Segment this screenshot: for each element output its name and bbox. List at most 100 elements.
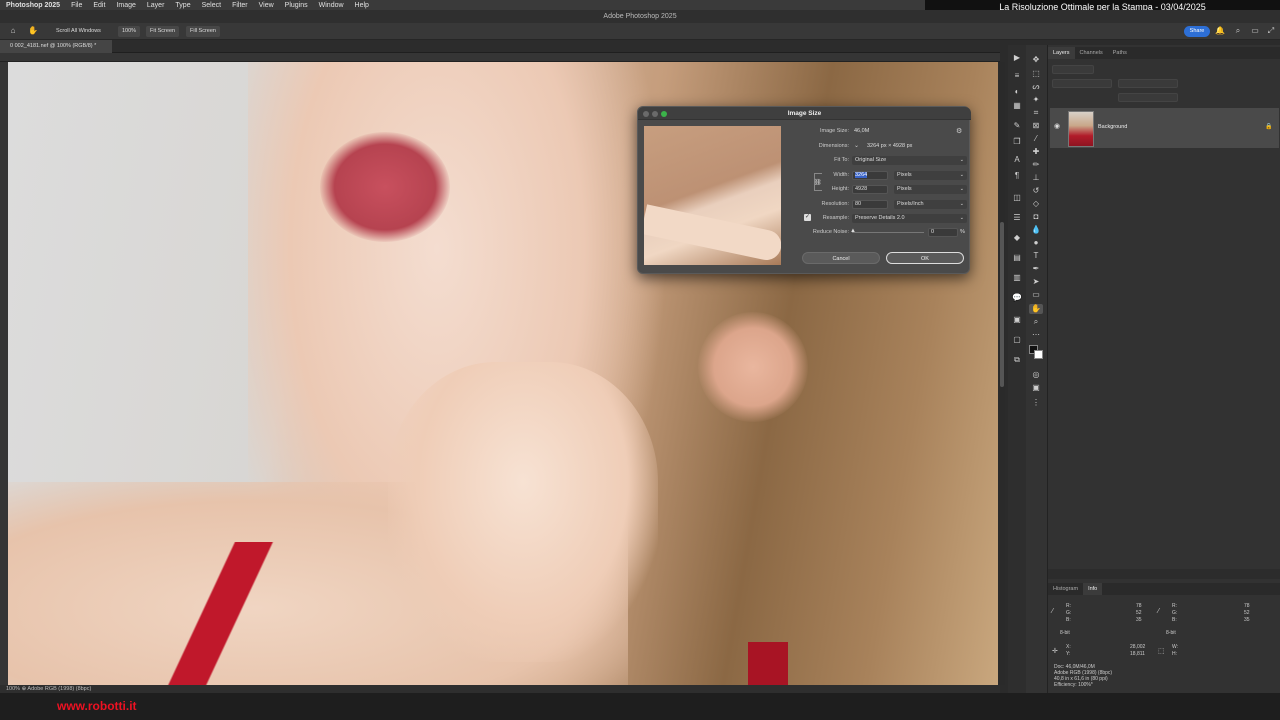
rectangle-tool-icon[interactable]: ▭ — [1029, 290, 1043, 300]
grid-icon[interactable]: ▦ — [1010, 101, 1024, 111]
reduce-noise-input[interactable]: 0 — [928, 228, 958, 237]
dialog-titlebar[interactable]: Image Size — [638, 107, 971, 120]
notes-icon[interactable]: ▢ — [1010, 335, 1024, 345]
dodge-tool-icon[interactable]: ● — [1029, 238, 1043, 248]
menu-layer[interactable]: Layer — [147, 2, 165, 9]
fill-screen-button[interactable]: Fill Screen — [186, 26, 220, 37]
blur-tool-icon[interactable]: 💧 — [1029, 225, 1043, 235]
info-r-label-2: R: — [1172, 603, 1177, 609]
menu-file[interactable]: File — [71, 2, 82, 9]
glyph-icon[interactable]: ◫ — [1010, 193, 1024, 203]
tab-histogram[interactable]: Histogram — [1048, 583, 1083, 595]
hand-tool-icon[interactable]: ✋ — [1029, 304, 1043, 314]
search-icon[interactable]: ⌕ — [1233, 26, 1243, 36]
menu-plugins[interactable]: Plugins — [285, 2, 308, 9]
menu-select[interactable]: Select — [202, 2, 221, 9]
scroll-all-windows-checkbox[interactable]: Scroll All Windows — [52, 26, 105, 37]
eyedropper-icon[interactable]: ⁄ — [1029, 134, 1043, 144]
menu-edit[interactable]: Edit — [93, 2, 105, 9]
character-icon[interactable]: A — [1010, 155, 1024, 165]
history-icon[interactable]: ≡ — [1010, 71, 1024, 81]
brush-tool-icon[interactable]: ✏ — [1029, 160, 1043, 170]
properties-icon[interactable]: ☰ — [1010, 213, 1024, 223]
paint-bucket-icon[interactable]: ◘ — [1029, 212, 1043, 222]
comments-icon[interactable]: 💬 — [1010, 293, 1024, 303]
menu-view[interactable]: View — [259, 2, 274, 9]
ok-button[interactable]: OK — [886, 252, 964, 264]
tab-channels[interactable]: Channels — [1075, 47, 1108, 59]
pen-tool-icon[interactable]: ✒ — [1029, 264, 1043, 274]
tab-paths[interactable]: Paths — [1108, 47, 1132, 59]
adjust-icon[interactable]: ◐ — [1010, 87, 1024, 97]
gradients-icon[interactable]: ▥ — [1010, 273, 1024, 283]
image-preview[interactable] — [644, 126, 781, 265]
share-button[interactable]: Share — [1184, 26, 1210, 37]
history-brush-icon[interactable]: ↺ — [1029, 186, 1043, 196]
menu-help[interactable]: Help — [355, 2, 369, 9]
resample-select[interactable]: Preserve Details 2.0 ⌄ — [852, 214, 967, 223]
path-select-icon[interactable]: ➤ — [1029, 277, 1043, 287]
healing-brush-icon[interactable]: ✚ — [1029, 147, 1043, 157]
crop-tool-icon[interactable]: ⌗ — [1029, 108, 1043, 118]
quick-mask-icon[interactable]: ◎ — [1029, 370, 1043, 380]
menu-filter[interactable]: Filter — [232, 2, 248, 9]
tab-layers[interactable]: Layers — [1048, 47, 1075, 59]
zoom-tool-icon[interactable]: ⌕ — [1029, 317, 1043, 327]
frame-tool-icon[interactable]: ⊠ — [1029, 121, 1043, 131]
home-icon[interactable]: ⌂ — [8, 26, 18, 36]
reduce-noise-slider[interactable] — [852, 232, 924, 233]
vertical-scrollbar[interactable] — [999, 62, 1005, 685]
tab-info[interactable]: Info — [1083, 583, 1103, 595]
vertical-scroll-thumb[interactable] — [1000, 222, 1004, 387]
workspace-icon[interactable]: ▭ — [1250, 26, 1260, 36]
bell-icon[interactable]: 🔔 — [1215, 26, 1225, 36]
swatches-icon[interactable]: ▤ — [1010, 253, 1024, 263]
background-color-swatch[interactable] — [1034, 350, 1043, 359]
fill-field[interactable] — [1118, 93, 1178, 102]
paragraph-icon[interactable]: ¶ — [1010, 171, 1024, 181]
brush-settings-icon[interactable]: ✎ — [1010, 121, 1024, 131]
chevron-down-icon[interactable]: ⌄ — [854, 142, 859, 149]
edit-toolbar-icon[interactable]: ⋮ — [1029, 398, 1043, 408]
eraser-icon[interactable]: ◇ — [1029, 199, 1043, 209]
quick-select-icon[interactable]: ✦ — [1029, 95, 1043, 105]
document-tab[interactable]: 0 002_4181.nef @ 100% (RGB/8) * — [0, 40, 112, 53]
menu-type[interactable]: Type — [175, 2, 190, 9]
layer-row-background[interactable]: ◉ Background 🔒 — [1050, 108, 1279, 148]
gear-icon[interactable]: ⚙ — [956, 127, 962, 135]
cancel-button[interactable]: Cancel — [802, 252, 880, 264]
zoom-100-button[interactable]: 100% — [118, 26, 141, 37]
resolution-input[interactable]: 80 — [852, 200, 888, 209]
opacity-field[interactable] — [1118, 79, 1178, 88]
width-input[interactable]: 3264 — [852, 171, 888, 180]
slider-thumb-icon[interactable]: ▲ — [850, 228, 856, 234]
layer-filter-field[interactable] — [1052, 65, 1094, 74]
libraries-icon[interactable]: ▣ — [1010, 315, 1024, 325]
width-label: Width: — [833, 172, 849, 178]
timeline-icon[interactable]: ⧉ — [1010, 355, 1024, 365]
menu-photoshop[interactable]: Photoshop 2025 — [6, 2, 60, 9]
more-tools-icon[interactable]: ⋯ — [1029, 330, 1043, 340]
type-tool-icon[interactable]: T — [1029, 251, 1043, 261]
width-unit-select[interactable]: Pixels ⌄ — [894, 171, 967, 180]
expand-icon[interactable]: ⤢ — [1266, 26, 1276, 36]
fit-screen-button[interactable]: Fit Screen — [146, 26, 180, 37]
shapes-icon[interactable]: ◆ — [1010, 233, 1024, 243]
fit-to-select[interactable]: Original Size ⌄ — [852, 156, 967, 165]
clone-stamp-icon[interactable]: ⊥ — [1029, 173, 1043, 183]
screen-mode-icon[interactable]: ▣ — [1029, 383, 1043, 393]
clone-source-icon[interactable]: ❐ — [1010, 137, 1024, 147]
height-input[interactable]: 4928 — [852, 185, 888, 194]
menu-window[interactable]: Window — [319, 2, 344, 9]
play-icon[interactable]: ▶ — [1010, 53, 1024, 63]
marquee-tool-icon[interactable]: ⬚ — [1029, 69, 1043, 79]
lasso-tool-icon[interactable]: ᔕ — [1029, 82, 1043, 92]
hand-tool-icon[interactable]: ✋ — [28, 26, 38, 36]
eye-icon[interactable]: ◉ — [1054, 122, 1060, 130]
blend-mode-select[interactable] — [1052, 79, 1112, 88]
height-unit-select[interactable]: Pixels ⌄ — [894, 185, 967, 194]
menu-image[interactable]: Image — [116, 2, 135, 9]
info-g-label-2: G: — [1172, 610, 1178, 616]
move-tool-icon[interactable]: ✥ — [1029, 55, 1043, 65]
resolution-unit-select[interactable]: Pixels/Inch ⌄ — [894, 200, 967, 209]
